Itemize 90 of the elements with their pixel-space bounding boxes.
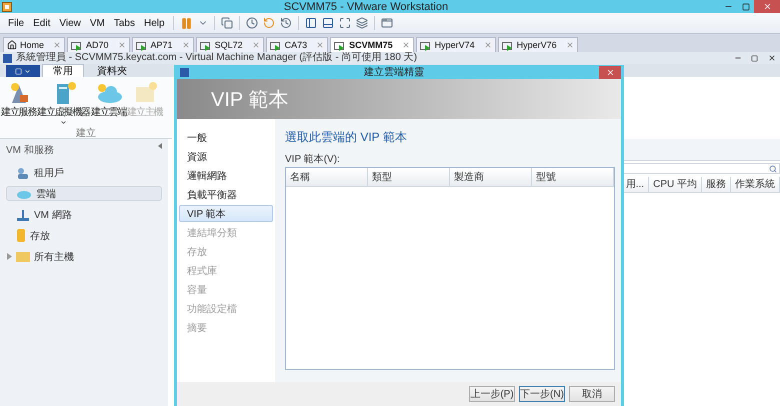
vm-icon: [334, 40, 346, 50]
wizard-step[interactable]: 負載平衡器: [179, 186, 273, 203]
close-icon: [606, 68, 614, 76]
vm-tab[interactable]: SQL72: [196, 37, 264, 52]
network-icon: [16, 208, 30, 220]
app-logo-icon: [2, 2, 12, 12]
vm-icon: [200, 40, 212, 50]
app-icon: [180, 68, 189, 76]
close-icon[interactable]: [182, 41, 190, 49]
close-button[interactable]: [599, 66, 621, 78]
wizard-step[interactable]: VIP 範本: [179, 205, 273, 222]
nav-item[interactable]: VM 網路: [6, 207, 162, 222]
search-icon: [769, 164, 777, 172]
close-icon[interactable]: [484, 41, 492, 49]
dialog-title: 建立雲端精靈: [363, 66, 425, 79]
menu-item[interactable]: Help: [140, 18, 169, 28]
wizard-button[interactable]: 上一步(P): [469, 386, 515, 402]
send-keys-icon[interactable]: [218, 17, 235, 29]
template-list[interactable]: 名稱 類型 製造商 型號: [285, 167, 615, 370]
close-icon: [768, 54, 776, 62]
wizard-step[interactable]: 邏輯網路: [179, 167, 273, 184]
windows-icon[interactable]: [354, 17, 370, 29]
close-icon[interactable]: [252, 41, 260, 49]
list-label: VIP 範本(V):: [285, 152, 341, 166]
vm-icon: [71, 40, 84, 50]
vm-tab[interactable]: AD70: [67, 37, 130, 52]
ribbon-button[interactable]: 建立虛擬機器: [37, 81, 90, 126]
restore-icon: [742, 2, 750, 10]
ribbon-tab[interactable]: 常用: [42, 64, 84, 77]
window-icon: [15, 68, 22, 74]
restore-icon: [751, 54, 758, 62]
column-header[interactable]: 類型: [368, 168, 450, 186]
menu-item[interactable]: View: [55, 18, 85, 28]
search-field[interactable]: [622, 163, 780, 174]
column-header[interactable]: 服務: [702, 177, 731, 192]
section-heading: 選取此雲端的 VIP 範本: [285, 129, 408, 146]
file-menu-button[interactable]: [6, 65, 40, 77]
wizard-button[interactable]: 取消: [569, 386, 615, 402]
nav-item[interactable]: 所有主機: [6, 249, 162, 264]
column-header[interactable]: CPU 平均: [649, 177, 702, 192]
wizard-step[interactable]: 一般: [179, 129, 273, 146]
ribbon-tab[interactable]: 資料夾: [86, 64, 138, 77]
window-title: SCVMM75 - VMware Workstation: [282, 0, 450, 12]
nav-item[interactable]: 雲端: [6, 186, 162, 201]
menu-item[interactable]: VM: [86, 18, 109, 28]
menu-item[interactable]: Tabs: [110, 18, 139, 28]
storage-icon: [16, 229, 26, 242]
home-icon: [7, 40, 17, 50]
snapshot-icon[interactable]: [244, 17, 260, 29]
vm-tab[interactable]: CA73: [266, 37, 328, 52]
vm-tab[interactable]: HyperV76: [498, 37, 578, 52]
view-icon[interactable]: [378, 17, 395, 29]
nav-item[interactable]: 存放: [6, 228, 162, 243]
column-header[interactable]: 名稱: [286, 168, 368, 186]
wizard-button[interactable]: 下一步(N): [519, 386, 565, 402]
close-icon[interactable]: [316, 41, 324, 49]
app-title: 系統管理員 - SCVMM75.keycat.com - Virtual Machine Manager (評估版 - 尚可使用 180 天): [16, 52, 418, 64]
close-icon[interactable]: [53, 41, 62, 49]
app-icon: [3, 54, 12, 62]
close-button[interactable]: [754, 0, 780, 13]
vm-icon: [136, 40, 148, 50]
folder-icon: [16, 251, 30, 262]
vm-icon: [502, 40, 514, 50]
vm-icon: [270, 40, 282, 50]
cloud-icon: [16, 188, 32, 198]
close-icon[interactable]: [118, 41, 126, 49]
vm-tab[interactable]: AP71: [132, 37, 194, 52]
ribbon-button[interactable]: 建立雲端: [91, 81, 126, 126]
close-icon: [762, 2, 772, 11]
expand-icon[interactable]: [7, 253, 12, 260]
column-header[interactable]: 製造商: [450, 168, 532, 186]
menu-item[interactable]: File: [4, 18, 28, 28]
menu-item[interactable]: Edit: [29, 18, 54, 28]
close-icon[interactable]: [402, 41, 410, 49]
caret-icon: [24, 68, 31, 74]
close-icon[interactable]: [566, 41, 574, 49]
ribbon-group-label: 建立: [75, 126, 97, 141]
nav-item[interactable]: 租用戶: [6, 165, 162, 180]
column-header[interactable]: 作業系統: [731, 177, 780, 192]
nav-header: VM 和服務: [6, 144, 54, 157]
vm-tab[interactable]: HyperV74: [416, 37, 496, 52]
ribbon-button[interactable]: 建立服務: [1, 81, 36, 126]
vm-tab[interactable]: SCVMM75: [330, 37, 414, 52]
people-icon: [16, 166, 30, 178]
page-title: VIP 範本: [211, 88, 288, 112]
wizard-step[interactable]: 資源: [179, 148, 273, 165]
collapse-icon[interactable]: [158, 143, 162, 149]
vm-icon: [420, 40, 432, 50]
vm-tab[interactable]: Home: [3, 37, 66, 52]
column-header[interactable]: 型號: [532, 168, 614, 186]
